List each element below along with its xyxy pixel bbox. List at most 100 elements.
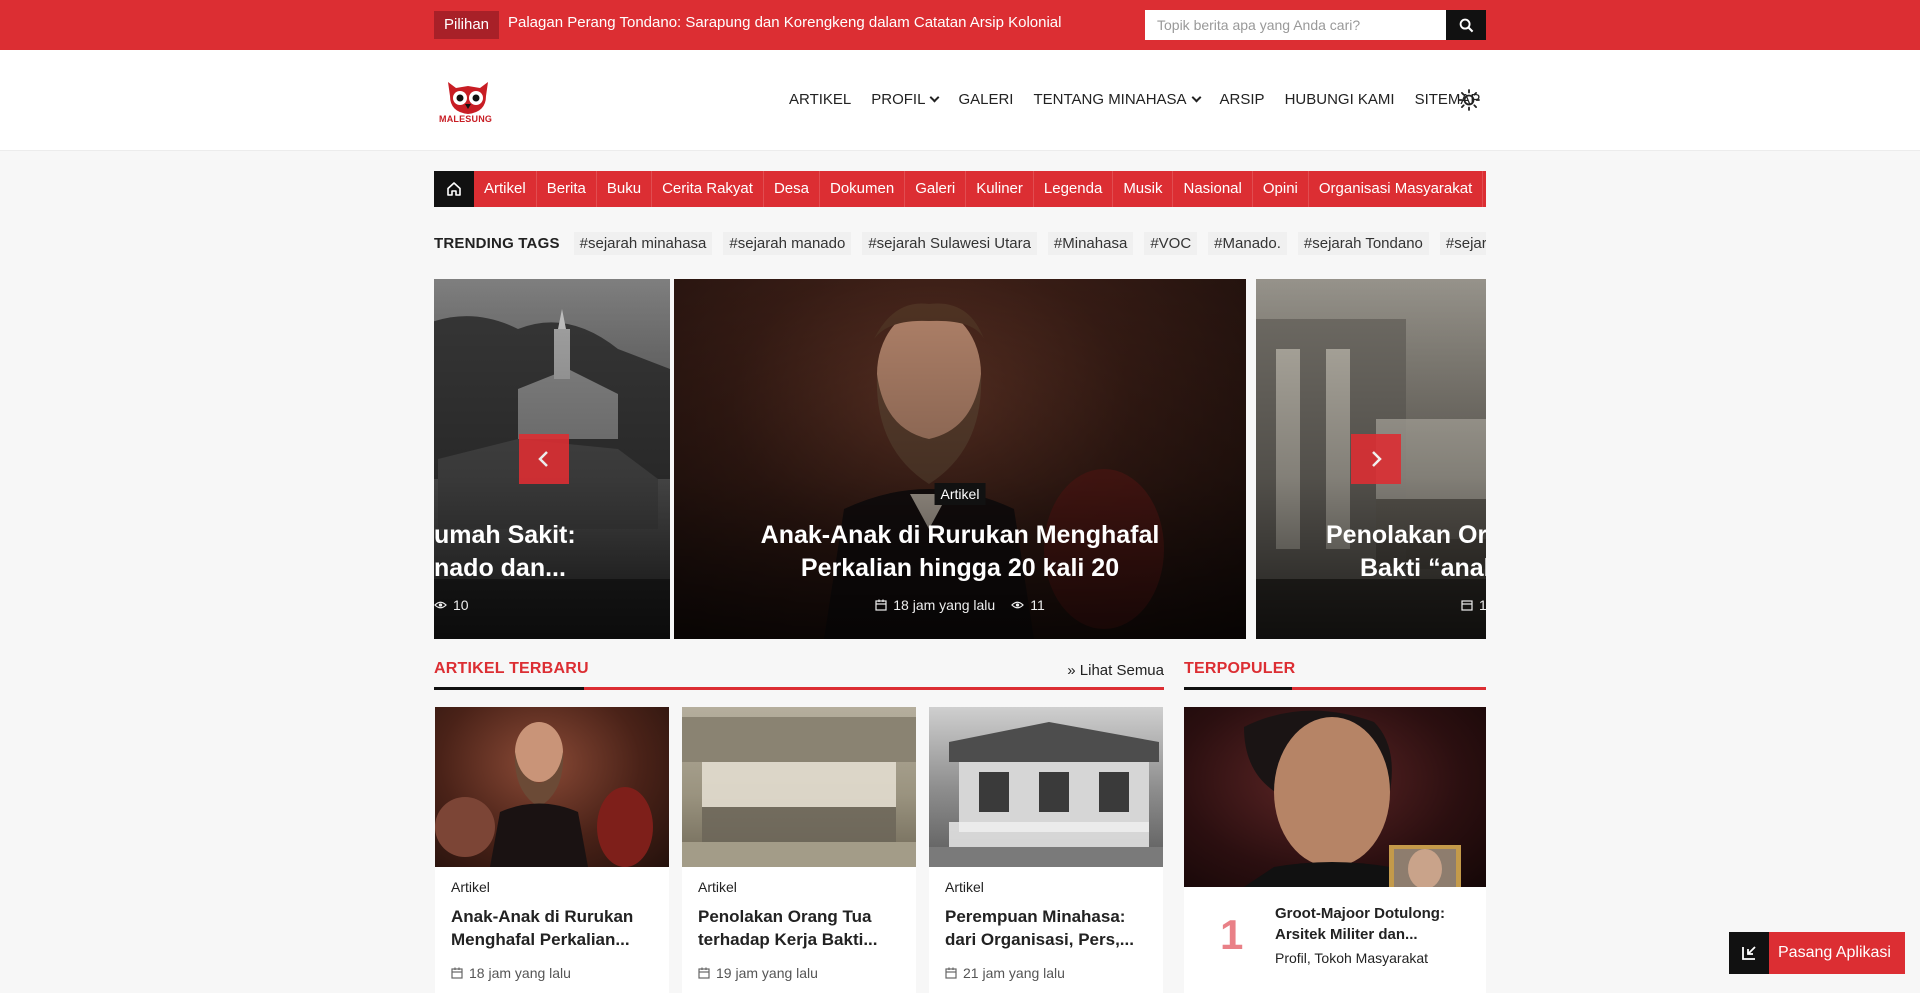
chevron-down-icon xyxy=(929,92,940,103)
nav-item-hubungi-kami[interactable]: HUBUNGI KAMI xyxy=(1285,91,1395,108)
slide-title[interactable]: Anak-Anak di Rurukan Menghafal Perkalian… xyxy=(714,519,1206,585)
pilihan-badge: Pilihan xyxy=(434,11,500,39)
article-category[interactable]: Artikel xyxy=(945,879,984,895)
slide-category-badge[interactable]: Artikel xyxy=(934,483,986,505)
article-category[interactable]: Artikel xyxy=(698,879,737,895)
trending-tags: TRENDING TAGS #sejarah minahasa #sejarah… xyxy=(434,230,1486,256)
article-meta: 19 jam yang lalu xyxy=(698,965,818,981)
see-all-link[interactable]: » Lihat Semua xyxy=(1067,662,1164,679)
category-item-buku[interactable]: Buku xyxy=(597,171,653,207)
calendar-icon xyxy=(875,599,887,611)
article-category[interactable]: Artikel xyxy=(451,879,490,895)
article-title[interactable]: Penolakan Orang Tua terhadap Kerja Bakti… xyxy=(698,905,902,951)
slide-title-line: nado dan... xyxy=(434,554,566,582)
category-item-legenda[interactable]: Legenda xyxy=(1034,171,1114,207)
trending-title: TRENDING TAGS xyxy=(434,234,560,252)
tag-link[interactable]: #sejarah xyxy=(1439,231,1486,255)
popular-thumbnail[interactable] xyxy=(1184,707,1486,887)
category-item-desa[interactable]: Desa xyxy=(764,171,820,207)
article-card[interactable]: Artikel Perempuan Minahasa: dari Organis… xyxy=(929,707,1163,993)
category-item-artikel[interactable]: Artikel xyxy=(474,171,537,207)
search-button[interactable] xyxy=(1446,10,1486,40)
popular-rank: 1 xyxy=(1220,911,1244,958)
slide-overlay xyxy=(674,279,1246,639)
search-icon xyxy=(1459,18,1473,32)
calendar-icon xyxy=(451,967,463,979)
category-item-dokumen[interactable]: Dokumen xyxy=(820,171,906,207)
slider-prev-button[interactable] xyxy=(519,434,569,484)
search-input[interactable] xyxy=(1145,10,1446,40)
main-nav: ARTIKEL PROFIL GALERI TENTANG MINAHASA A… xyxy=(789,91,1500,108)
slide-title-line: Penolakan Or xyxy=(1326,521,1486,549)
nav-label: HUBUNGI KAMI xyxy=(1284,91,1395,108)
chevron-down-icon xyxy=(1191,92,1201,103)
nav-item-tentang-minahasa[interactable]: TENTANG MINAHASA xyxy=(1033,91,1201,108)
time-value: 18 jam yang lalu xyxy=(893,597,996,613)
tag-link[interactable]: #sejarah Tondano xyxy=(1297,231,1429,255)
nav-item-arsip[interactable]: ARSIP xyxy=(1220,91,1265,108)
tag-link[interactable]: #sejarah Sulawesi Utara xyxy=(862,231,1037,255)
article-card[interactable]: Artikel Anak-Anak di Rurukan Menghafal P… xyxy=(435,707,669,993)
article-meta: 21 jam yang lalu xyxy=(945,965,1065,981)
section-title: ARTIKEL TERBARU xyxy=(434,660,589,677)
article-meta: 18 jam yang lalu xyxy=(451,965,571,981)
chevron-left-icon xyxy=(538,451,548,467)
featured-slider: umah Sakit: nado dan... 10 Artikel Anak-… xyxy=(434,279,1486,639)
article-thumbnail[interactable] xyxy=(929,707,1163,867)
views-count: 11 xyxy=(1011,597,1045,613)
nav-label: TENTANG MINAHASA xyxy=(1033,91,1187,108)
tag-link[interactable]: #sejarah manado xyxy=(723,231,852,255)
calendar-icon xyxy=(1461,600,1473,611)
category-item-opini[interactable]: Opini xyxy=(1253,171,1309,207)
category-item-cerita-rakyat[interactable]: Cerita Rakyat xyxy=(652,171,764,207)
popular-categories[interactable]: Profil, Tokoh Masyarakat xyxy=(1275,950,1428,966)
category-item-organisasi-masyarakat[interactable]: Organisasi Masyarakat xyxy=(1309,171,1484,207)
article-thumbnail[interactable] xyxy=(435,707,669,867)
time-value: 1 xyxy=(1479,597,1486,613)
popular-item[interactable]: 1 Groot-Majoor Dotulong: Arsitek Militer… xyxy=(1184,707,1486,993)
category-item-musik[interactable]: Musik xyxy=(1113,171,1174,207)
latest-section-header: ARTIKEL TERBARU » Lihat Semua xyxy=(434,660,1164,690)
nav-item-galeri[interactable]: GALERI xyxy=(958,91,1013,108)
tag-link[interactable]: #Minahasa xyxy=(1047,231,1134,255)
install-label: Pasang Aplikasi xyxy=(1769,932,1905,974)
article-title[interactable]: Anak-Anak di Rurukan Menghafal Perkalian… xyxy=(451,905,655,951)
tag-link[interactable]: #sejarah minahasa xyxy=(573,231,713,255)
publish-time: 1 xyxy=(1461,597,1486,613)
slide-active[interactable]: Artikel Anak-Anak di Rurukan Menghafal P… xyxy=(674,279,1246,639)
category-item-berita[interactable]: Berita xyxy=(537,171,597,207)
views-count: 10 xyxy=(434,597,469,613)
popular-title[interactable]: Groot-Majoor Dotulong: Arsitek Militer d… xyxy=(1275,903,1472,945)
article-card[interactable]: Artikel Penolakan Orang Tua terhadap Ker… xyxy=(682,707,916,993)
header-underline xyxy=(434,687,584,690)
nav-item-artikel[interactable]: ARTIKEL xyxy=(789,91,851,108)
category-item-nasional[interactable]: Nasional xyxy=(1173,171,1253,207)
nav-item-profil[interactable]: PROFIL xyxy=(871,91,940,108)
article-title[interactable]: Perempuan Minahasa: dari Organisasi, Per… xyxy=(945,905,1149,951)
section-title: TERPOPULER xyxy=(1184,660,1296,677)
article-thumbnail[interactable] xyxy=(682,707,916,867)
category-bar: Artikel Berita Buku Cerita Rakyat Desa D… xyxy=(434,171,1486,207)
home-icon xyxy=(447,182,461,196)
time-value: 19 jam yang lalu xyxy=(716,965,818,981)
install-app-button[interactable]: Pasang Aplikasi xyxy=(1729,932,1905,974)
chevron-right-icon xyxy=(1372,451,1382,467)
tag-link[interactable]: #VOC xyxy=(1144,231,1198,255)
slide-meta: 10 xyxy=(434,597,670,613)
eye-icon xyxy=(1011,601,1025,609)
popular-section-header: TERPOPULER xyxy=(1184,660,1486,690)
home-button[interactable] xyxy=(434,171,474,207)
eye-icon xyxy=(434,601,447,609)
slide-title: Penolakan Or Bakti “anal xyxy=(1326,519,1486,585)
category-item-kuliner[interactable]: Kuliner xyxy=(966,171,1034,207)
time-value: 18 jam yang lalu xyxy=(469,965,571,981)
sun-icon[interactable] xyxy=(1457,88,1481,112)
category-item-galeri[interactable]: Galeri xyxy=(905,171,967,207)
headline-ticker-link[interactable]: Palagan Perang Tondano: Sarapung dan Kor… xyxy=(508,14,1061,31)
header-underline xyxy=(1184,687,1292,690)
nav-label: ARTIKEL xyxy=(789,91,852,108)
slide-title-line: Bakti “anal xyxy=(1360,554,1486,582)
publish-time: 18 jam yang lalu xyxy=(875,597,995,613)
tag-link[interactable]: #Manado. xyxy=(1208,231,1287,255)
slider-next-button[interactable] xyxy=(1351,434,1401,484)
